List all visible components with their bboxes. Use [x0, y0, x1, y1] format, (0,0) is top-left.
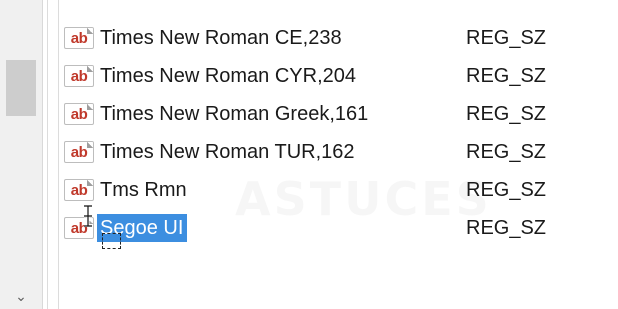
- tree-scrollbar-thumb[interactable]: [6, 60, 36, 116]
- value-row[interactable]: ab Times New Roman CYR,204 REG_SZ: [64, 58, 604, 96]
- value-name: Times New Roman CYR,204: [100, 65, 357, 87]
- string-value-icon: ab: [64, 141, 94, 163]
- value-name: Tms Rmn: [100, 179, 187, 201]
- value-row[interactable]: ab Times New Roman Greek,161 REG_SZ: [64, 96, 604, 134]
- drag-box-icon: [102, 233, 121, 249]
- string-value-icon: ab: [64, 179, 94, 201]
- tree-pane: ⌄: [0, 0, 43, 309]
- value-row-selected[interactable]: ab Segoe UI REG_SZ: [64, 210, 604, 248]
- value-type: REG_SZ: [466, 217, 547, 239]
- pane-splitter[interactable]: [47, 0, 59, 309]
- value-name: Times New Roman Greek,161: [100, 103, 369, 125]
- value-type: REG_SZ: [466, 103, 547, 125]
- string-value-icon: ab: [64, 27, 94, 49]
- value-type: REG_SZ: [466, 65, 547, 87]
- string-value-icon: ab: [64, 65, 94, 87]
- value-type: REG_SZ: [466, 27, 547, 49]
- value-list: ab Times New Roman CE,238 REG_SZ ab Time…: [64, 20, 604, 248]
- string-value-icon: ab: [64, 103, 94, 125]
- scroll-down-icon[interactable]: ⌄: [0, 284, 42, 309]
- value-type: REG_SZ: [466, 179, 547, 201]
- text-cursor-icon: [84, 205, 92, 227]
- value-name: Times New Roman CE,238: [100, 27, 342, 49]
- value-name: Times New Roman TUR,162: [100, 141, 355, 163]
- value-type: REG_SZ: [466, 141, 547, 163]
- value-row[interactable]: ab Times New Roman TUR,162 REG_SZ: [64, 134, 604, 172]
- value-row[interactable]: ab Tms Rmn REG_SZ: [64, 172, 604, 210]
- value-row[interactable]: ab Times New Roman CE,238 REG_SZ: [64, 20, 604, 58]
- registry-editor-view: ⌄ ASTUCES ab Times New Roman CE,238 REG_…: [0, 0, 618, 309]
